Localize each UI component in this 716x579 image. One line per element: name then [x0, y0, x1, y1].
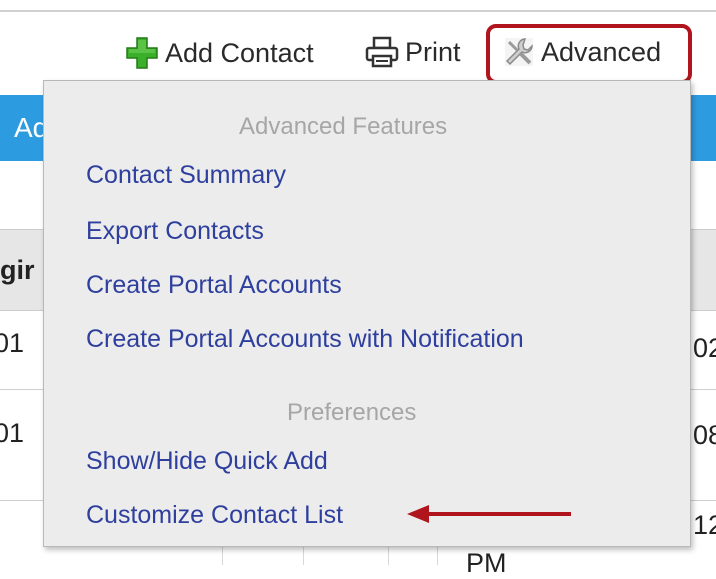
table-cell-fragment: 08 — [693, 420, 716, 450]
print-button[interactable]: Print — [365, 36, 461, 68]
plus-icon — [125, 36, 159, 70]
arrow-icon — [407, 505, 571, 523]
table-cell-fragment: 12 — [693, 510, 716, 540]
menu-item-contact-summary[interactable]: Contact Summary — [86, 161, 286, 190]
menu-item-show-hide-quick-add[interactable]: Show/Hide Quick Add — [86, 447, 328, 476]
page-top-border — [0, 0, 716, 12]
advanced-dropdown-menu: Advanced Features Contact Summary Export… — [43, 80, 691, 547]
table-cell-fragment: PM — [466, 548, 507, 578]
add-contact-label: Add Contact — [165, 37, 314, 68]
advanced-highlight-annotation — [486, 24, 692, 84]
advanced-features-heading: Advanced Features — [239, 113, 448, 140]
preferences-heading: Preferences — [287, 399, 417, 426]
table-cell-fragment: 02 — [693, 333, 716, 363]
printer-icon — [365, 36, 399, 68]
add-contact-button[interactable]: Add Contact — [125, 36, 314, 70]
table-header-fragment: gir — [0, 255, 35, 285]
table-cell-fragment: 01 — [0, 328, 25, 358]
table-cell-fragment: 01 — [0, 418, 25, 448]
menu-item-create-portal-accounts[interactable]: Create Portal Accounts — [86, 271, 342, 300]
menu-item-create-portal-accounts-notification[interactable]: Create Portal Accounts with Notification — [86, 325, 524, 354]
menu-item-customize-contact-list[interactable]: Customize Contact List — [86, 501, 343, 530]
menu-item-export-contacts[interactable]: Export Contacts — [86, 217, 264, 246]
print-label: Print — [405, 36, 461, 67]
